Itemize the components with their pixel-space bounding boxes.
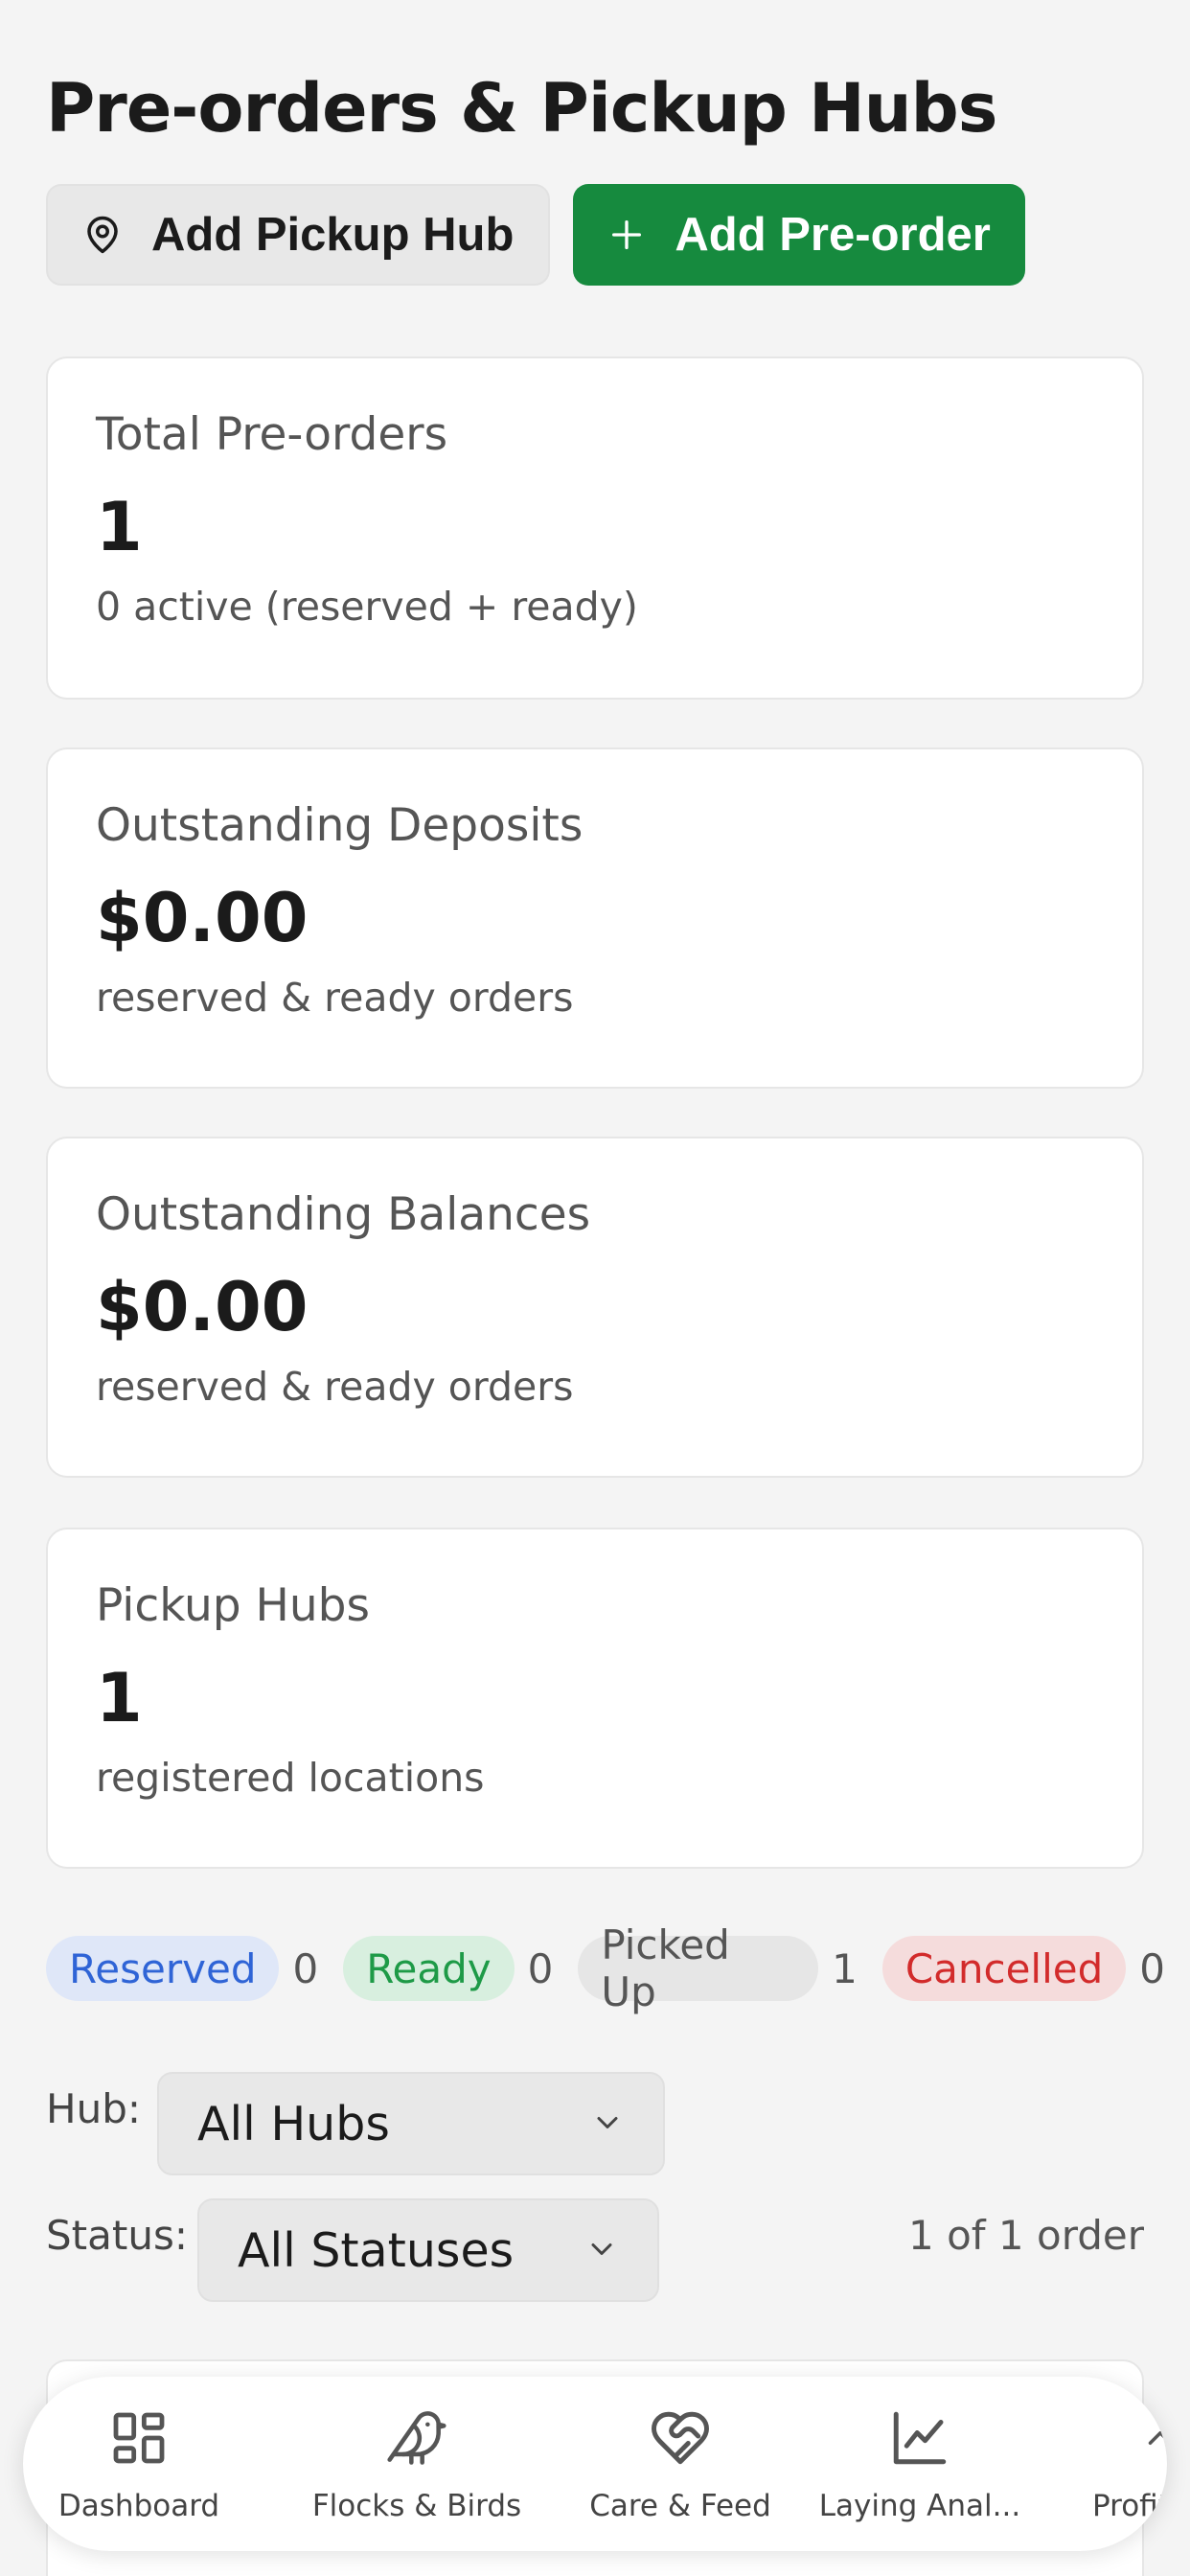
heart-hand-icon [649,2404,712,2472]
hub-select[interactable]: All Hubs [157,2072,665,2175]
nav-label: Profit [1092,2489,1167,2523]
stat-subtext: reserved & ready orders [96,1364,574,1410]
stat-value: 1 [96,488,143,566]
status-summary: Reserved 0 Ready 0 Picked Up 1 Cancelled… [46,1921,1190,2015]
add-pickup-hub-button[interactable]: Add Pickup Hub [46,184,551,286]
stat-subtext: 0 active (reserved + ready) [96,584,638,630]
status-count-ready: 0 [527,1944,554,1992]
stat-label: Outstanding Deposits [96,799,584,852]
stat-value: 1 [96,1659,143,1737]
nav-item-laying-analytics[interactable]: Laying Anal... [805,2377,1035,2551]
stat-value: $0.00 [96,879,309,957]
nav-item-profit[interactable]: Profit [1067,2377,1167,2551]
stat-card-pickup-hubs: Pickup Hubs 1 registered locations [46,1528,1144,1869]
status-select[interactable]: All Statuses [197,2198,659,2302]
stat-label: Outstanding Balances [96,1188,591,1241]
chevron-down-icon [590,2097,625,2151]
status-count-reserved: 0 [292,1944,319,1992]
status-count-cancelled: 0 [1139,1944,1165,1992]
nav-label: Dashboard [57,2489,220,2523]
stat-subtext: reserved & ready orders [96,975,574,1021]
status-chip-picked-up[interactable]: Picked Up [578,1921,819,2015]
line-chart-icon [888,2404,951,2472]
bird-icon [384,2404,449,2472]
hub-select-value: All Hubs [197,2096,390,2151]
add-preorder-button[interactable]: Add Pre-order [573,184,1025,286]
nav-item-dashboard[interactable]: Dashboard [57,2377,220,2551]
status-select-value: All Statuses [238,2222,515,2278]
status-filter-label: Status: [46,2212,188,2259]
stat-card-outstanding-balances: Outstanding Balances $0.00 reserved & re… [46,1137,1144,1478]
hub-filter-label: Hub: [46,2085,142,2132]
plus-icon [607,216,646,254]
nav-label: Care & Feed [589,2489,771,2523]
chevron-up-icon [1067,2404,1167,2472]
nav-label: Laying Anal... [818,2489,1021,2523]
stat-card-outstanding-deposits: Outstanding Deposits $0.00 reserved & re… [46,748,1144,1089]
status-chip-cancelled[interactable]: Cancelled [881,1936,1127,2001]
stat-value: $0.00 [96,1268,309,1346]
status-chip-reserved[interactable]: Reserved [46,1936,280,2001]
add-pickup-hub-label: Add Pickup Hub [151,209,515,261]
action-bar: Add Pickup Hub Add Pre-order [46,184,1025,286]
nav-item-care-feed[interactable]: Care & Feed [565,2377,795,2551]
order-count: 1 of 1 order [908,2212,1144,2259]
map-pin-icon [82,213,123,257]
nav-label: Flocks & Birds [311,2489,522,2523]
nav-item-flocks-birds[interactable]: Flocks & Birds [307,2377,527,2551]
page-title: Pre-orders & Pickup Hubs [46,69,997,148]
page: Pre-orders & Pickup Hubs Add Pickup Hub … [0,0,1190,2576]
chevron-down-icon [584,2223,619,2278]
status-chip-ready[interactable]: Ready [343,1936,515,2001]
status-count-picked-up: 1 [832,1944,858,1992]
bottom-nav: Dashboard Flocks & Birds Care & Feed Lay… [23,2377,1167,2551]
grid-icon [108,2404,170,2472]
stat-label: Pickup Hubs [96,1579,370,1632]
stat-card-total-preorders: Total Pre-orders 1 0 active (reserved + … [46,356,1144,700]
add-preorder-label: Add Pre-order [675,209,991,261]
stat-subtext: registered locations [96,1755,485,1801]
stat-label: Total Pre-orders [96,408,448,461]
